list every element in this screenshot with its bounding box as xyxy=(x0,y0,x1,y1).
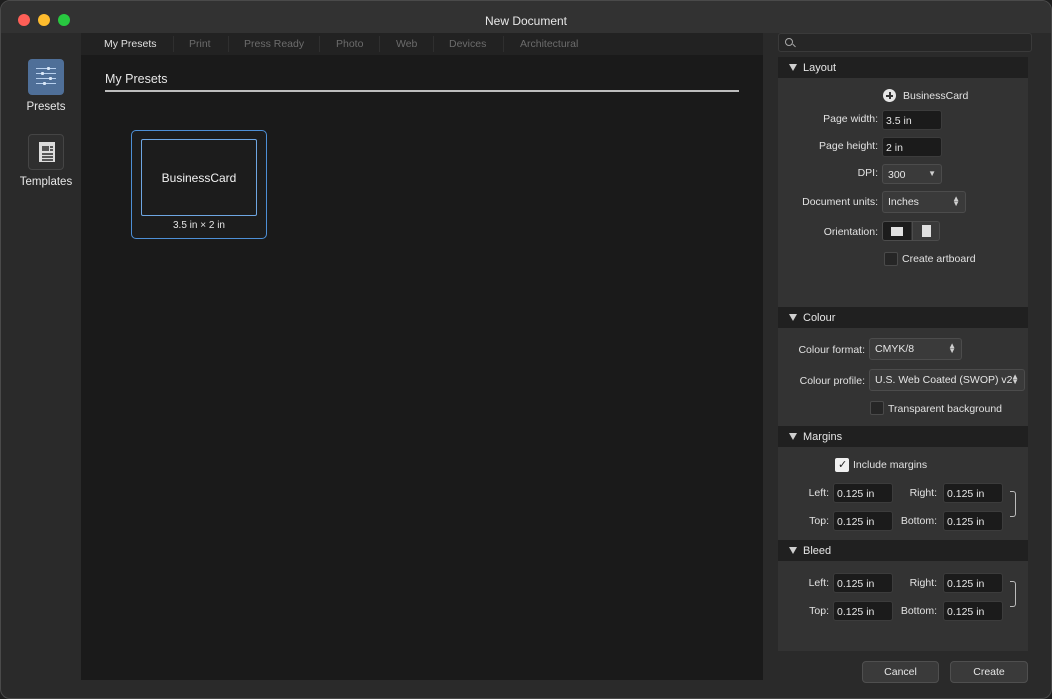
colour-format-label: Colour format: xyxy=(798,344,865,356)
section-divider xyxy=(105,90,739,92)
include-margins-checkbox[interactable] xyxy=(835,458,849,472)
preset-thumbnail: BusinessCard xyxy=(141,139,257,216)
colour-profile-select[interactable]: U.S. Web Coated (SWOP) v2 ▲ ▼ xyxy=(869,369,1025,391)
portrait-button[interactable] xyxy=(912,222,939,240)
margin-right-label: Right: xyxy=(909,487,937,499)
colour-format-select[interactable]: CMYK/8 ▲ ▼ xyxy=(869,338,962,360)
preset-name: BusinessCard xyxy=(161,170,237,185)
transparent-background-checkbox[interactable] xyxy=(870,401,884,415)
templates-icon xyxy=(28,134,64,170)
layout-section: BusinessCard Page width: 3.5 in Page hei… xyxy=(778,78,1028,307)
page-height-label: Page height: xyxy=(819,140,878,152)
bleed-section: Left: 0.125 in Right: 0.125 in Top: 0.12… xyxy=(778,561,1028,651)
preset-section-title: My Presets xyxy=(105,72,168,86)
bleed-bottom-label: Bottom: xyxy=(900,605,937,617)
search-input[interactable] xyxy=(778,33,1032,52)
title-bar: New Document xyxy=(1,1,1051,33)
sidebar-item-presets[interactable]: Presets xyxy=(11,59,81,113)
bleed-section-header[interactable]: Bleed xyxy=(778,540,1028,561)
landscape-button[interactable] xyxy=(883,222,911,240)
bleed-right-label: Right: xyxy=(909,577,937,589)
transparent-background-label: Transparent background xyxy=(888,403,1003,415)
page-width-field[interactable]: 3.5 in xyxy=(882,110,942,130)
colour-profile-value: U.S. Web Coated (SWOP) v2 xyxy=(875,374,1013,386)
create-artboard-checkbox[interactable] xyxy=(884,252,898,266)
document-units-select[interactable]: Inches ▲ ▼ xyxy=(882,191,966,213)
landscape-page-icon xyxy=(891,227,903,236)
orientation-label: Orientation: xyxy=(823,226,878,238)
tab-photo[interactable]: Photo xyxy=(336,38,363,50)
dpi-label: DPI: xyxy=(857,167,878,179)
stepper-arrows-icon: ▲ ▼ xyxy=(948,341,956,355)
disclosure-triangle-icon xyxy=(789,547,797,554)
preset-size: 3.5 in × 2 in xyxy=(173,220,225,231)
margins-section-header[interactable]: Margins xyxy=(778,426,1028,447)
category-tabs: My Presets Print Press Ready Photo Web D… xyxy=(81,33,763,55)
tab-architectural[interactable]: Architectural xyxy=(520,38,578,50)
presets-icon xyxy=(28,59,64,95)
tab-devices[interactable]: Devices xyxy=(449,38,486,50)
margin-bottom-label: Bottom: xyxy=(900,515,937,527)
preset-name-label: BusinessCard xyxy=(903,90,969,102)
link-values-icon[interactable] xyxy=(1010,581,1016,607)
document-settings-panel: Layout BusinessCard Page width: 3.5 in P… xyxy=(778,57,1028,651)
sidebar-item-label: Presets xyxy=(26,101,66,113)
bleed-top-label: Top: xyxy=(809,605,829,617)
disclosure-triangle-icon xyxy=(789,314,797,321)
section-label: Colour xyxy=(803,312,836,324)
section-label: Margins xyxy=(803,431,843,443)
sidebar-item-templates[interactable]: Templates xyxy=(11,134,81,188)
colour-profile-label: Colour profile: xyxy=(799,375,865,387)
document-units-label: Document units: xyxy=(802,196,878,208)
disclosure-triangle-icon xyxy=(789,433,797,440)
window-title: New Document xyxy=(484,14,568,28)
new-document-window: New Document Presets Templates My Preset… xyxy=(0,0,1052,699)
section-label: Bleed xyxy=(803,545,832,557)
margin-top-label: Top: xyxy=(809,515,829,527)
add-preset-icon[interactable] xyxy=(883,89,896,102)
bleed-right-field[interactable]: 0.125 in xyxy=(943,573,1003,593)
create-button[interactable]: Create xyxy=(950,661,1028,683)
dpi-select[interactable]: 300 ▼ xyxy=(882,164,942,184)
margin-bottom-field[interactable]: 0.125 in xyxy=(943,511,1003,531)
margins-section: Include margins Left: 0.125 in Right: 0.… xyxy=(778,447,1028,540)
page-width-label: Page width: xyxy=(823,113,878,125)
bleed-left-label: Left: xyxy=(808,577,829,589)
tab-web[interactable]: Web xyxy=(396,38,417,50)
units-value: Inches xyxy=(888,196,919,208)
preset-browser: My Presets Print Press Ready Photo Web D… xyxy=(81,33,763,680)
page-height-field[interactable]: 2 in xyxy=(882,137,942,157)
create-artboard-label: Create artboard xyxy=(902,253,976,265)
disclosure-triangle-icon xyxy=(789,64,797,71)
link-values-icon[interactable] xyxy=(1010,491,1016,517)
stepper-arrows-icon: ▲ ▼ xyxy=(952,194,960,208)
section-label: Layout xyxy=(803,62,837,74)
tab-my-presets[interactable]: My Presets xyxy=(104,38,157,50)
tab-press-ready[interactable]: Press Ready xyxy=(244,38,304,50)
colour-section: Colour format: CMYK/8 ▲ ▼ Colour profile:… xyxy=(778,328,1028,426)
include-margins-label: Include margins xyxy=(853,459,928,471)
sidebar-item-label: Templates xyxy=(19,176,73,188)
portrait-page-icon xyxy=(922,225,931,237)
margin-left-label: Left: xyxy=(808,487,829,499)
category-sidebar: Presets Templates xyxy=(11,33,81,689)
orientation-toggle xyxy=(882,221,940,241)
colour-section-header[interactable]: Colour xyxy=(778,307,1028,328)
dpi-value: 300 xyxy=(888,169,906,181)
tab-print[interactable]: Print xyxy=(189,38,211,50)
stepper-arrows-icon: ▲ ▼ xyxy=(1011,372,1019,386)
bleed-bottom-field[interactable]: 0.125 in xyxy=(943,601,1003,621)
cancel-button[interactable]: Cancel xyxy=(862,661,939,683)
margin-right-field[interactable]: 0.125 in xyxy=(943,483,1003,503)
colour-format-value: CMYK/8 xyxy=(875,343,915,355)
dropdown-arrow-icon: ▼ xyxy=(928,169,936,178)
layout-section-header[interactable]: Layout xyxy=(778,57,1028,78)
preset-card-businesscard[interactable]: BusinessCard 3.5 in × 2 in xyxy=(131,130,267,239)
